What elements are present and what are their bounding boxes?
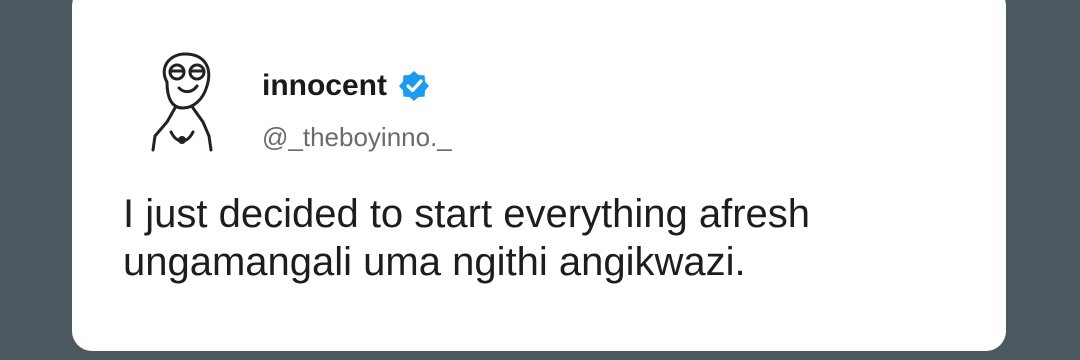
tweet-text-line: I just decided to start everything afres…: [123, 192, 811, 236]
verified-badge-icon: [397, 69, 431, 103]
display-name[interactable]: innocent: [262, 69, 387, 103]
avatar[interactable]: [145, 48, 225, 158]
author-name-row: innocent: [262, 66, 431, 106]
user-handle[interactable]: @_theboyinno._: [262, 122, 452, 153]
meme-face-icon: [151, 52, 213, 152]
tweet-text: I just decided to start everything afres…: [123, 190, 1003, 286]
tweet-text-line: ungamangali uma ngithi angikwazi.: [123, 240, 746, 284]
